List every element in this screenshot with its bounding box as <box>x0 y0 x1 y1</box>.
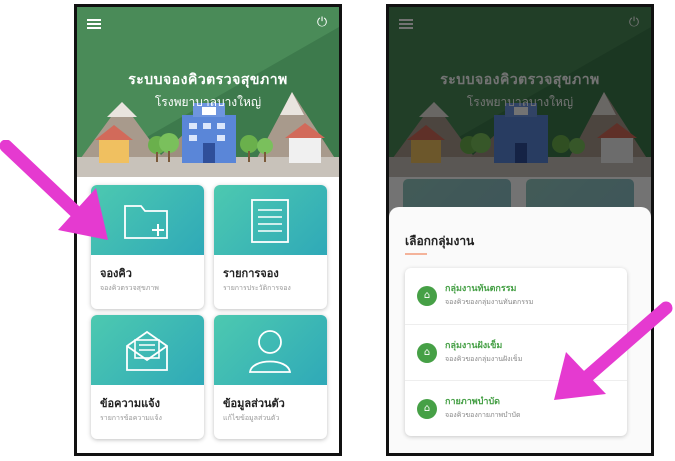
sheet-title: เลือกกลุ่มงาน <box>405 234 475 248</box>
booking-list-card[interactable]: รายการจอง รายการประวัติการจอง <box>214 185 327 309</box>
list-document-icon <box>251 199 289 243</box>
profile-card[interactable]: ข้อมูลส่วนตัว แก้ไขข้อมูลส่วนตัว <box>214 315 327 439</box>
title-underline <box>405 253 427 255</box>
hamburger-menu-icon[interactable] <box>87 19 101 29</box>
hospital-icon: ⌂ <box>417 399 437 419</box>
app-subtitle: โรงพยาบาลบางใหญ่ <box>154 95 262 109</box>
card-title: รายการจอง <box>223 267 279 280</box>
card-subtitle: แก้ไขข้อมูลส่วนตัว <box>223 414 280 422</box>
hospital-icon: ⌂ <box>417 343 437 363</box>
folder-add-icon <box>124 205 168 239</box>
power-icon[interactable]: ⏻ <box>315 16 329 30</box>
card-title: ข้อมูลส่วนตัว <box>223 397 285 410</box>
card-title: ข้อความแจ้ง <box>100 397 160 410</box>
notifications-card[interactable]: ข้อความแจ้ง รายการข้อความแจ้ง <box>91 315 204 439</box>
group-item-subtitle: จองคิวของกายภาพบำบัด <box>445 411 521 419</box>
card-subtitle: จองคิวตรวจสุขภาพ <box>100 284 159 292</box>
pointer-arrow-left <box>0 140 108 240</box>
pointer-arrow-right <box>554 301 673 400</box>
group-item-subtitle: จองคิวของกลุ่มงานทันตกรรม <box>445 298 534 306</box>
app-title: ระบบจองคิวตรวจสุขภาพ <box>128 72 288 88</box>
card-subtitle: รายการข้อความแจ้ง <box>100 414 162 422</box>
card-subtitle: รายการประวัติการจอง <box>223 284 291 292</box>
mail-open-icon <box>126 330 168 371</box>
group-item-subtitle: จองคิวของกลุ่มงานฝังเข็ม <box>445 355 523 363</box>
hospital-icon: ⌂ <box>417 286 437 306</box>
card-title: จองคิว <box>100 267 132 280</box>
group-item-title: กลุ่มงานฝังเข็ม <box>445 341 503 351</box>
group-item-title: กลุ่มงานทันตกรรม <box>445 284 517 294</box>
user-icon <box>248 330 292 373</box>
group-item-title: กายภาพบำบัด <box>445 397 501 407</box>
